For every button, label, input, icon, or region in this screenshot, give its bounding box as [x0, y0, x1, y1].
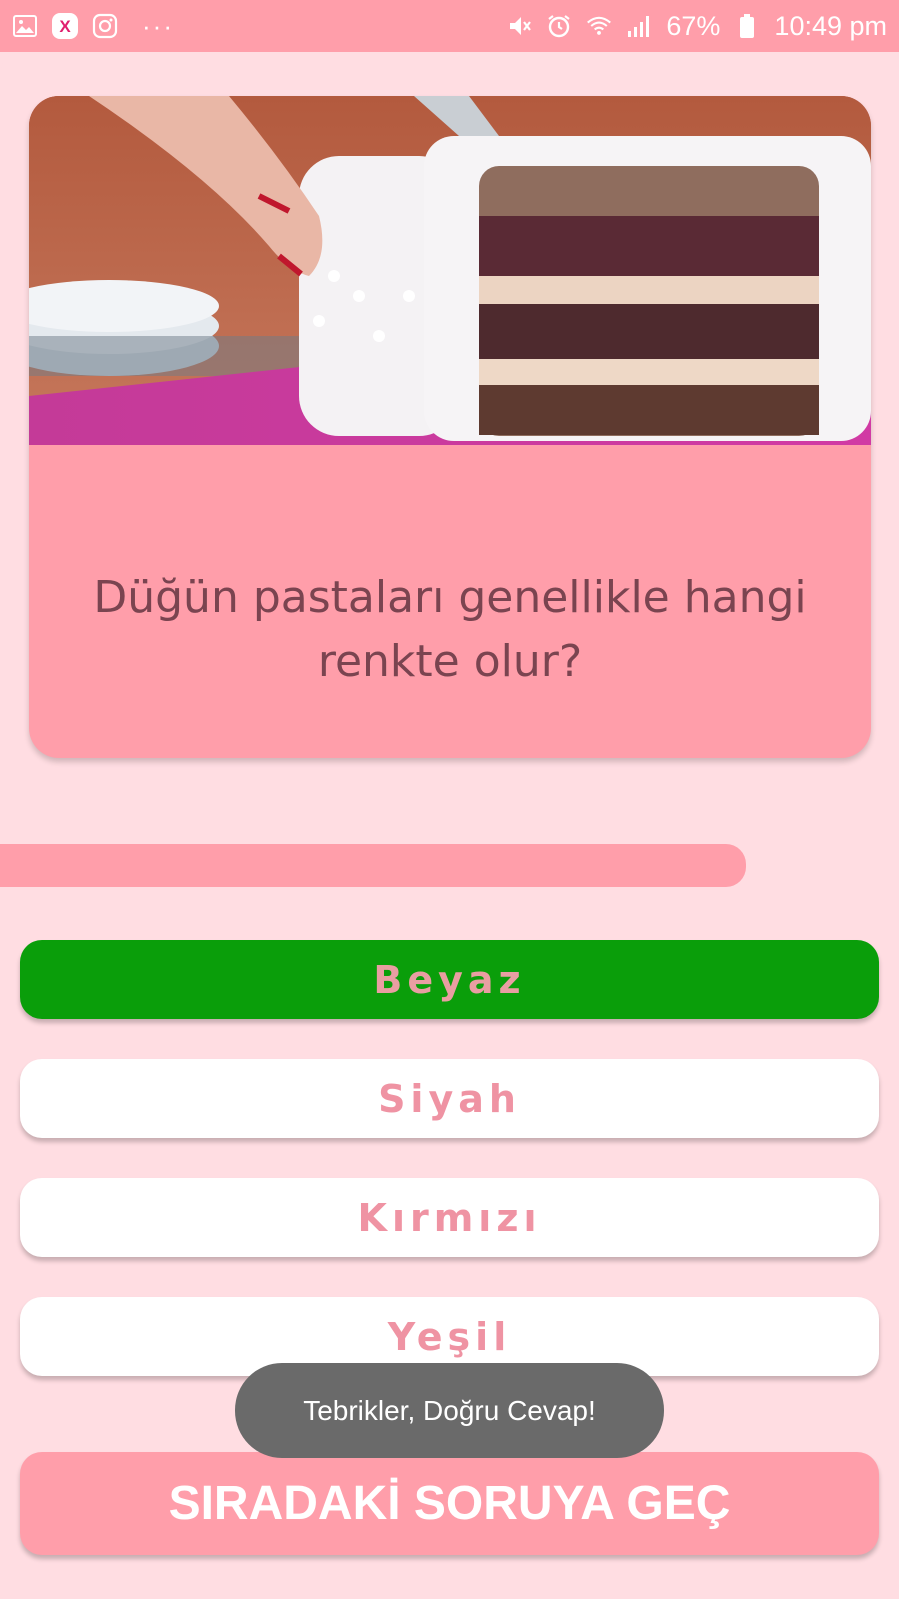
status-left: X ···	[12, 11, 174, 42]
signal-icon	[626, 13, 652, 39]
answer-button-3[interactable]: Kırmızı	[20, 1178, 879, 1257]
status-right: 67% 10:49 pm	[506, 11, 887, 42]
gallery-icon	[12, 13, 38, 39]
svg-text:X: X	[59, 17, 71, 36]
answer-button-2[interactable]: Siyah	[20, 1059, 879, 1138]
battery-icon	[734, 13, 760, 39]
alarm-icon	[546, 13, 572, 39]
status-bar: X ··· 67% 10:49 pm	[0, 0, 899, 52]
wedding-cake-photo	[29, 96, 871, 445]
next-question-button[interactable]: SIRADAKİ SORUYA GEÇ	[20, 1452, 879, 1555]
clock: 10:49 pm	[774, 10, 887, 41]
wifi-icon	[586, 13, 612, 39]
instagram-icon	[92, 13, 118, 39]
answer-button-1[interactable]: Beyaz	[20, 940, 879, 1019]
progress-bar	[0, 844, 746, 887]
app-x-icon: X	[52, 13, 78, 39]
battery-percent: 67%	[666, 10, 721, 41]
question-text: Düğün pastaları genellikle hangi renkte …	[93, 572, 807, 687]
toast-message: Tebrikler, Doğru Cevap!	[235, 1363, 664, 1458]
overflow-dots: ···	[142, 10, 174, 41]
mute-icon	[506, 13, 532, 39]
question-card: Düğün pastaları genellikle hangi renkte …	[29, 96, 871, 758]
